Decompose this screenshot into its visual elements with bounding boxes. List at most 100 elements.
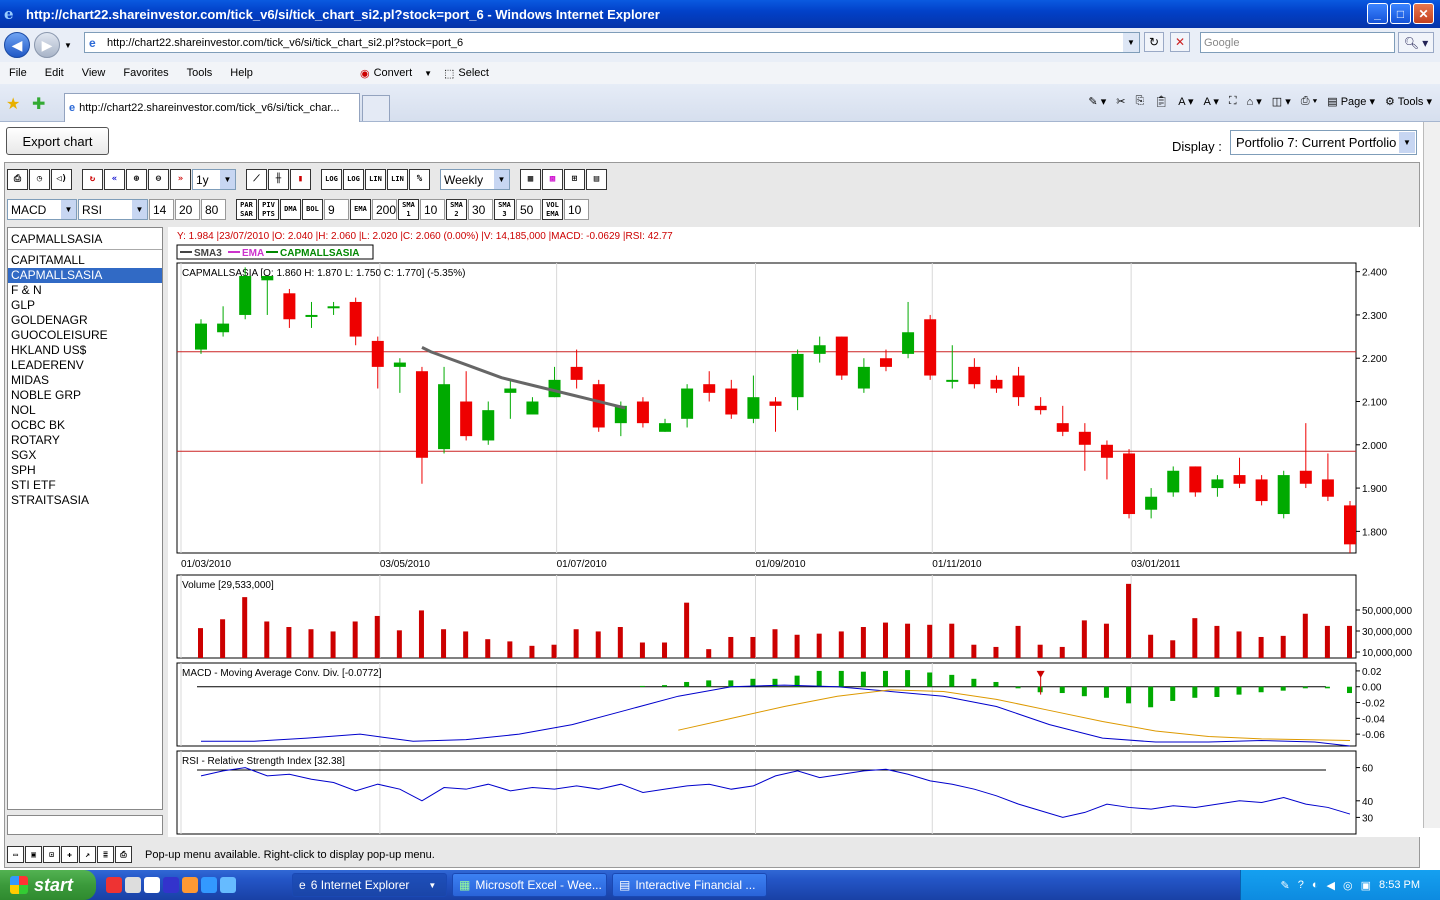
sma2-icon[interactable]: SMA 2 xyxy=(446,199,467,220)
page-scrollbar[interactable] xyxy=(1423,122,1440,828)
stock-item[interactable]: GLP xyxy=(8,298,162,313)
tray-help-icon[interactable]: ? xyxy=(1298,879,1304,891)
quicklaunch-app1-icon[interactable] xyxy=(106,877,122,893)
quicklaunch-app3-icon[interactable] xyxy=(144,877,160,893)
font-size-icon[interactable]: A ▾ xyxy=(1204,95,1219,108)
export-chart-button[interactable]: Export chart xyxy=(6,127,109,155)
address-dropdown-icon[interactable]: ▼ xyxy=(1123,33,1139,52)
menu-help[interactable]: Help xyxy=(221,67,262,79)
indicator2-dropdown-icon[interactable]: ▼ xyxy=(132,200,147,219)
save-icon[interactable]: ▣ xyxy=(25,846,42,863)
tray-icon-4[interactable]: ◀ xyxy=(1327,879,1335,892)
printer-small-icon[interactable]: ⎙ xyxy=(115,846,132,863)
fullscreen-icon[interactable]: ⛶ xyxy=(1229,95,1237,108)
stock-item[interactable]: OCBC BK xyxy=(8,418,162,433)
sma2-period-input[interactable]: 30 xyxy=(468,199,493,220)
ema-period-input[interactable]: 200 xyxy=(372,199,397,220)
line-chart-icon[interactable]: ⟋ xyxy=(246,169,267,190)
select-button[interactable]: ⬚ Select xyxy=(444,67,489,80)
refresh-chart-icon[interactable]: ↻ xyxy=(82,169,103,190)
menu-favorites[interactable]: Favorites xyxy=(114,67,177,79)
window-title-bar[interactable]: e http://chart22.shareinvestor.com/tick_… xyxy=(0,0,1440,28)
address-bar[interactable]: e http://chart22.shareinvestor.com/tick_… xyxy=(84,32,1140,53)
stock-item[interactable]: CAPMALLSASIA xyxy=(8,268,162,283)
stock-item[interactable]: LEADERENV xyxy=(8,358,162,373)
search-button[interactable]: 🔍︎ ▾ xyxy=(1398,32,1434,53)
bol-period-input[interactable]: 9 xyxy=(324,199,349,220)
crop-icon[interactable]: ⊡ xyxy=(43,846,60,863)
start-button[interactable]: start xyxy=(0,870,96,900)
task-excel[interactable]: ▦ Microsoft Excel - Wee... xyxy=(452,873,607,897)
copy-icon[interactable]: ⎘ xyxy=(1135,95,1144,108)
tools-menu[interactable]: ⚙ Tools ▾ xyxy=(1385,95,1432,108)
cut-icon[interactable]: ✂ xyxy=(1116,95,1125,108)
stock-item[interactable]: F & N xyxy=(8,283,162,298)
chart-area[interactable]: Y: 1.984 |23/07/2010 |O: 2.040 |H: 2.060… xyxy=(168,227,1420,837)
parabolic-sar-icon[interactable]: PAR SAR xyxy=(236,199,257,220)
stock-item[interactable]: STI ETF xyxy=(8,478,162,493)
close-button[interactable]: ✕ xyxy=(1413,3,1434,24)
maximize-button[interactable]: □ xyxy=(1390,3,1411,24)
portfolio-dropdown-icon[interactable]: ▼ xyxy=(1399,132,1415,153)
tray-icon-1[interactable]: ✎ xyxy=(1281,879,1290,892)
tray-icon-6[interactable]: ▣ xyxy=(1361,879,1371,892)
crosshair-icon[interactable]: ✚ xyxy=(61,846,78,863)
stock-item[interactable]: SPH xyxy=(8,463,162,478)
bollinger-icon[interactable]: BOL xyxy=(302,199,323,220)
task-interactive-financial[interactable]: ▤ Interactive Financial ... xyxy=(612,873,767,897)
back-button[interactable]: ◀ xyxy=(4,32,30,58)
stock-item[interactable]: MIDAS xyxy=(8,373,162,388)
log-scale-icon[interactable]: LOG xyxy=(321,169,342,190)
ema-icon[interactable]: EMA xyxy=(350,199,371,220)
stock-item[interactable]: HKLAND US$ xyxy=(8,343,162,358)
menu-view[interactable]: View xyxy=(73,67,115,79)
linear-scale-icon[interactable]: LIN xyxy=(365,169,386,190)
forward-button[interactable]: ▶ xyxy=(34,32,60,58)
pivot-points-icon[interactable]: PIV PTS xyxy=(258,199,279,220)
stock-item[interactable]: SGX xyxy=(8,448,162,463)
candlestick-icon[interactable]: ▮ xyxy=(290,169,311,190)
feeds-icon[interactable]: ◫ ▾ xyxy=(1272,95,1291,108)
interval-dropdown-icon[interactable]: ▼ xyxy=(494,170,509,189)
param-input-3[interactable]: 80 xyxy=(201,199,226,220)
page-menu[interactable]: ▤ Page ▾ xyxy=(1327,95,1375,108)
home-icon[interactable]: ⌂ ▾ xyxy=(1247,95,1262,108)
print-icon[interactable]: ⎙ ▾ xyxy=(1301,95,1317,108)
volume-ema-icon[interactable]: VOL EMA xyxy=(542,199,563,220)
clock-icon[interactable]: ◷ xyxy=(29,169,50,190)
vol-ema-period-input[interactable]: 10 xyxy=(564,199,589,220)
dma-icon[interactable]: DMA xyxy=(280,199,301,220)
tab-current[interactable]: e http://chart22.shareinvestor.com/tick_… xyxy=(64,93,360,122)
task-internet-explorer[interactable]: e 6 Internet Explorer ▼ xyxy=(292,873,447,897)
zoom-in-icon[interactable]: ⊕ xyxy=(126,169,147,190)
period-select[interactable]: 1y ▼ xyxy=(192,169,236,190)
stock-item[interactable]: NOBLE GRP xyxy=(8,388,162,403)
stock-item[interactable]: STRAITSASIA xyxy=(8,493,162,508)
sma3-icon[interactable]: SMA 3 xyxy=(494,199,515,220)
sma3-period-input[interactable]: 50 xyxy=(516,199,541,220)
sma1-icon[interactable]: SMA 1 xyxy=(398,199,419,220)
convert-button[interactable]: ◉ Convert ▼ xyxy=(360,67,432,80)
menu-edit[interactable]: Edit xyxy=(36,67,73,79)
stock-item[interactable]: NOL xyxy=(8,403,162,418)
sound-icon[interactable]: ◁) xyxy=(51,169,72,190)
add-favorites-icon[interactable]: ✚ xyxy=(32,94,45,114)
param-input-1[interactable]: 14 xyxy=(149,199,174,220)
convert-dropdown-icon[interactable]: ▼ xyxy=(424,69,432,78)
stop-icon[interactable]: ✕ xyxy=(1170,32,1190,52)
fibonacci-icon[interactable]: ≣ xyxy=(97,846,114,863)
minimize-button[interactable]: _ xyxy=(1367,3,1388,24)
quicklaunch-app2-icon[interactable] xyxy=(125,877,141,893)
tray-icon-5[interactable]: ◎ xyxy=(1343,879,1353,892)
stock-item[interactable]: CAPITAMALL xyxy=(8,253,162,268)
new-tab-button[interactable] xyxy=(362,95,390,121)
favorites-star-icon[interactable]: ★ xyxy=(6,94,20,114)
color-scheme-icon[interactable]: ▩ xyxy=(542,169,563,190)
indicator1-select[interactable]: MACD ▼ xyxy=(7,199,77,220)
stock-chart-svg[interactable]: Y: 1.984 |23/07/2010 |O: 2.040 |H: 2.060… xyxy=(168,227,1420,837)
settings-panel-icon[interactable]: ▤ xyxy=(586,169,607,190)
indicator1-dropdown-icon[interactable]: ▼ xyxy=(61,200,76,219)
interval-select[interactable]: Weekly ▼ xyxy=(440,169,510,190)
bar-chart-icon[interactable]: ╫ xyxy=(268,169,289,190)
sma1-period-input[interactable]: 10 xyxy=(420,199,445,220)
